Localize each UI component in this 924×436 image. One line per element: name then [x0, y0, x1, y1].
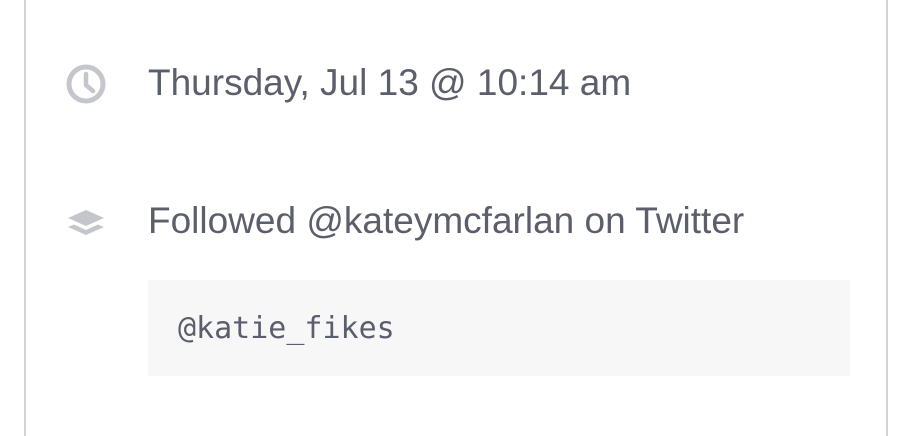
activity-text: Followed @kateymcfarlan on Twitter	[148, 200, 745, 241]
event-timestamp: Thursday, Jul 13 @ 10:14 am	[148, 62, 632, 103]
activity-detail-box: @katie_fikes	[148, 280, 850, 376]
activity-detail-handle: @katie_fikes	[178, 310, 395, 346]
layers-icon	[64, 200, 108, 244]
event-card: Thursday, Jul 13 @ 10:14 am Followed @ka…	[24, 0, 888, 436]
clock-icon	[64, 62, 108, 106]
